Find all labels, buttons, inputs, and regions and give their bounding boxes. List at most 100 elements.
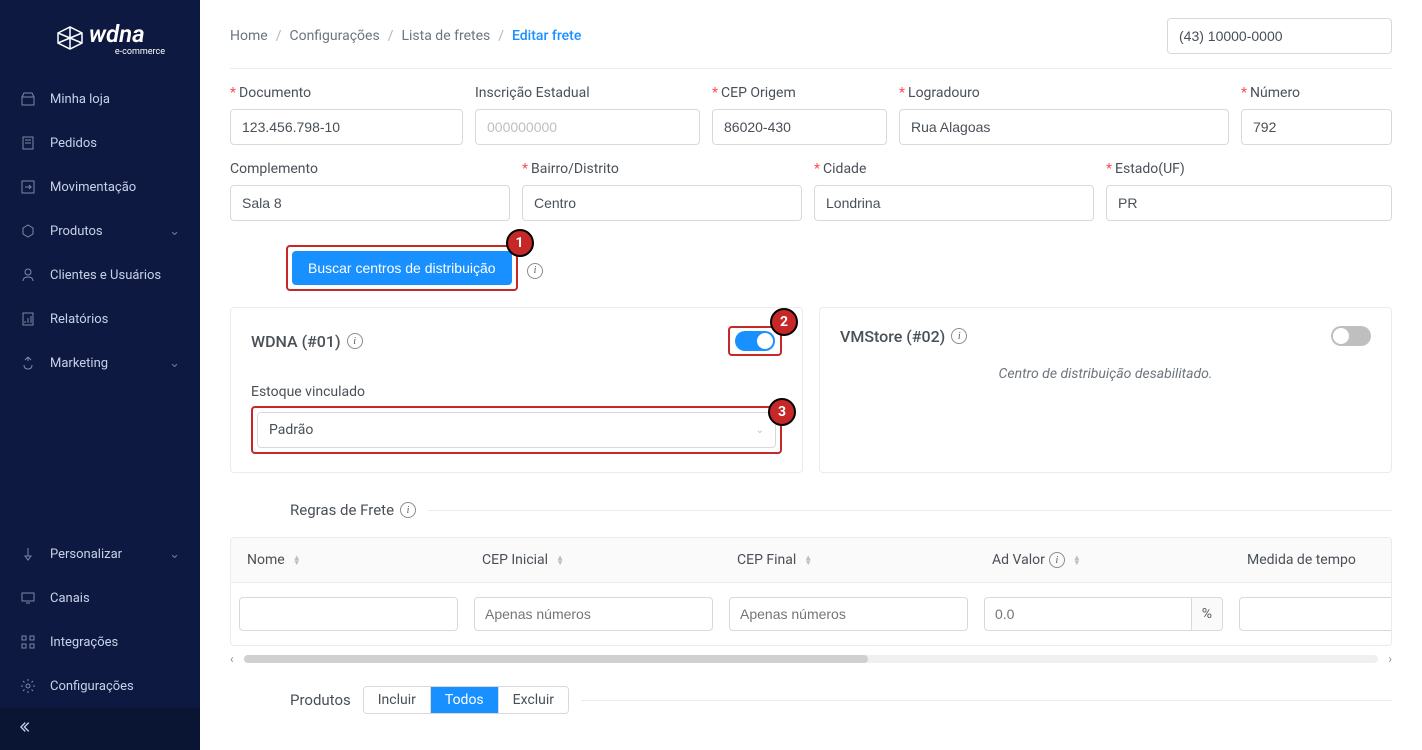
nav-pedidos[interactable]: Pedidos — [0, 121, 200, 165]
chevron-down-icon: ⌄ — [169, 224, 180, 239]
movement-icon — [20, 179, 36, 195]
uf-label: *Estado(UF) — [1106, 161, 1392, 177]
brand-logo: wdna e-commerce — [0, 0, 200, 77]
phone-input[interactable] — [1167, 18, 1392, 54]
breadcrumb: Home / Configurações / Lista de fretes /… — [230, 28, 581, 44]
horizontal-scrollbar[interactable]: ‹ › — [230, 652, 1392, 666]
scroll-left-arrow[interactable]: ‹ — [230, 652, 234, 666]
numero-input[interactable] — [1241, 109, 1392, 145]
radio-todos[interactable]: Todos — [431, 687, 499, 713]
integrations-icon — [20, 634, 36, 650]
produtos-header: Produtos Incluir Todos Excluir — [230, 686, 1392, 714]
col-nome[interactable]: Nome ▲▼ — [231, 538, 466, 582]
sidebar: wdna e-commerce Minha loja Pedidos Movim… — [0, 0, 200, 750]
regras-header: Regras de Frete i — [230, 501, 1392, 519]
col-medida[interactable]: Medida de tempo — [1231, 538, 1392, 582]
breadcrumb-separator: / — [276, 28, 282, 44]
documento-label: *Documento — [230, 85, 463, 101]
scroll-right-arrow[interactable]: › — [1388, 652, 1392, 666]
buscar-centros-button[interactable]: Buscar centros de distribuição — [292, 251, 512, 285]
complemento-label: Complemento — [230, 161, 510, 177]
produtos-title: Produtos Incluir Todos Excluir — [230, 686, 581, 714]
radio-excluir[interactable]: Excluir — [499, 687, 568, 713]
nav-label: Personalizar — [50, 547, 122, 562]
breadcrumb-item[interactable]: Home — [230, 28, 268, 44]
filter-ad-valor-input[interactable] — [984, 597, 1192, 631]
breadcrumb-separator: / — [498, 28, 504, 44]
complemento-input[interactable] — [230, 185, 510, 221]
col-cep-inicial[interactable]: CEP Inicial ▲▼ — [466, 538, 721, 582]
breadcrumb-item[interactable]: Lista de fretes — [401, 28, 490, 44]
logradouro-input[interactable] — [899, 109, 1229, 145]
nav-label: Marketing — [50, 356, 108, 371]
nav-minha-loja[interactable]: Minha loja — [0, 77, 200, 121]
cidade-input[interactable] — [814, 185, 1094, 221]
form-row-2: Complemento *Bairro/Distrito *Cidade *Es… — [230, 161, 1392, 221]
dist-title-vmstore: VMStore (#02) i — [840, 327, 967, 346]
toggle-vmstore[interactable] — [1331, 326, 1371, 346]
orders-icon — [20, 135, 36, 151]
filter-nome-input[interactable] — [239, 597, 458, 631]
scroll-thumb[interactable] — [244, 655, 868, 663]
cep-origem-label: *CEP Origem — [712, 85, 887, 101]
ie-input[interactable] — [475, 109, 700, 145]
info-icon[interactable]: i — [347, 333, 363, 349]
filter-cep-final-input[interactable] — [729, 597, 968, 631]
nav-integracoes[interactable]: Integrações — [0, 620, 200, 664]
logradouro-label: *Logradouro — [899, 85, 1229, 101]
breadcrumb-separator: / — [388, 28, 394, 44]
marketing-icon — [20, 355, 36, 371]
top-row: Home / Configurações / Lista de fretes /… — [230, 0, 1392, 69]
info-icon[interactable]: i — [1049, 552, 1065, 568]
brand-subtitle: e-commerce — [15, 47, 185, 57]
estoque-select[interactable]: Padrão ⌄ — [257, 412, 776, 448]
col-cep-final[interactable]: CEP Final ▲▼ — [721, 538, 976, 582]
bairro-input[interactable] — [522, 185, 802, 221]
scroll-track[interactable] — [244, 655, 1379, 663]
customize-icon — [20, 546, 36, 562]
settings-icon — [20, 678, 36, 694]
documento-input[interactable] — [230, 109, 463, 145]
table-filter-row: % — [231, 583, 1392, 645]
nav-configuracoes[interactable]: Configurações — [0, 664, 200, 708]
nav-label: Integrações — [50, 635, 118, 650]
buscar-section: Buscar centros de distribuição 1 i — [286, 245, 543, 291]
nav-canais[interactable]: Canais — [0, 576, 200, 620]
breadcrumb-current: Editar frete — [512, 28, 581, 44]
annotation-marker-2: 2 — [770, 308, 798, 336]
sort-icon: ▲▼ — [293, 555, 301, 565]
percent-addon: % — [1192, 597, 1223, 631]
highlight-marker-1: Buscar centros de distribuição 1 — [286, 245, 518, 291]
nav-personalizar[interactable]: Personalizar ⌄ — [0, 532, 200, 576]
sidebar-collapse-button[interactable] — [0, 708, 200, 750]
cep-origem-input[interactable] — [712, 109, 887, 145]
nav-clientes[interactable]: Clientes e Usuários — [0, 253, 200, 297]
sort-icon: ▲▼ — [804, 555, 812, 565]
radio-incluir[interactable]: Incluir — [364, 687, 431, 713]
estoque-label: Estoque vinculado — [251, 384, 365, 400]
breadcrumb-item[interactable]: Configurações — [289, 28, 379, 44]
toggle-wdna[interactable] — [735, 331, 775, 351]
nav-label: Relatórios — [50, 312, 108, 327]
info-icon[interactable]: i — [527, 263, 543, 279]
filter-medida-input[interactable] — [1239, 597, 1392, 631]
channels-icon — [20, 590, 36, 606]
nav-marketing[interactable]: Marketing ⌄ — [0, 341, 200, 385]
table-header: Nome ▲▼ CEP Inicial ▲▼ CEP Final ▲▼ Ad V… — [231, 538, 1392, 583]
col-ad-valor[interactable]: Ad Valor i ▲▼ — [976, 538, 1231, 582]
filter-cep-inicial-input[interactable] — [474, 597, 713, 631]
sort-icon: ▲▼ — [556, 555, 564, 565]
info-icon[interactable]: i — [400, 502, 416, 518]
uf-input[interactable] — [1106, 185, 1392, 221]
nav-movimentacao[interactable]: Movimentação — [0, 165, 200, 209]
bairro-label: *Bairro/Distrito — [522, 161, 802, 177]
dist-card-vmstore: VMStore (#02) i Centro de distribuição d… — [819, 307, 1392, 473]
chevron-down-icon: ⌄ — [169, 547, 180, 562]
nav-produtos[interactable]: Produtos ⌄ — [0, 209, 200, 253]
dist-title-wdna: WDNA (#01) i — [251, 332, 363, 351]
info-icon[interactable]: i — [951, 328, 967, 344]
dist-card-wdna: WDNA (#01) i 2 Estoque vinculado Padrão … — [230, 307, 803, 473]
nav-relatorios[interactable]: Relatórios — [0, 297, 200, 341]
collapse-icon — [20, 720, 34, 734]
highlight-marker-2: 2 — [728, 326, 782, 356]
